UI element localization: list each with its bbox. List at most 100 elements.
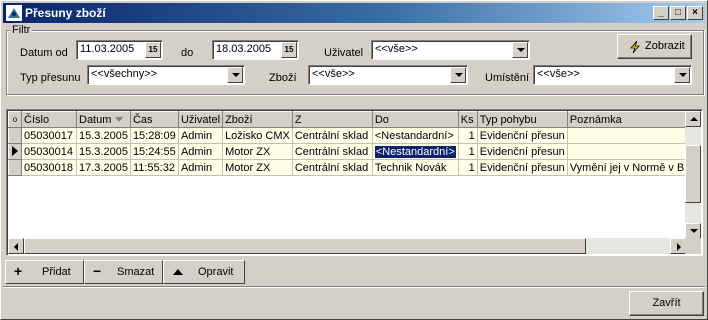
scroll-down-icon[interactable]	[685, 223, 701, 239]
cell-value: Evidenční přesun	[479, 145, 565, 158]
maximize-button[interactable]: □	[670, 6, 686, 20]
table-cell-user[interactable]: Admin	[178, 143, 224, 160]
data-grid[interactable]: o Číslo Datum Čas Uživatel Zboží Z Do Ks Typ poh…	[6, 109, 703, 256]
date-from-label: Datum od	[20, 47, 68, 59]
goods-select-value: <<vše>>	[312, 68, 355, 80]
table-cell-note[interactable]	[567, 127, 698, 144]
table-cell-date[interactable]: 17.3.2005	[76, 159, 131, 176]
column-header-time[interactable]: Čas	[129, 111, 179, 128]
horizontal-scroll-thumb[interactable]	[24, 238, 586, 254]
column-header-user[interactable]: Uživatel	[177, 111, 224, 128]
table-cell-date[interactable]: 15.3.2005	[76, 143, 131, 160]
column-header-from[interactable]: Z	[291, 111, 373, 128]
table-cell-note[interactable]	[567, 143, 698, 160]
cell-value: Centrální sklad	[294, 129, 369, 142]
table-cell-qty[interactable]: 1	[458, 143, 478, 160]
close-window-button[interactable]: ×	[687, 6, 703, 20]
title-bar[interactable]: Přesuny zboží _ □ ×	[3, 3, 705, 23]
add-button[interactable]: + Přidat	[5, 260, 84, 284]
lightning-icon	[630, 40, 640, 54]
table-cell-qty[interactable]: 1	[458, 159, 478, 176]
vertical-scrollbar[interactable]	[685, 111, 701, 239]
scroll-left-icon[interactable]	[8, 238, 24, 254]
table-cell-from[interactable]: Centrální sklad	[292, 159, 373, 176]
cell-value: 05030018	[24, 161, 73, 174]
cell-value: Admin	[180, 129, 213, 142]
location-select[interactable]: <<vše>>	[533, 65, 692, 85]
row-indicator[interactable]	[8, 159, 22, 176]
table-cell-user[interactable]: Admin	[178, 127, 224, 144]
cell-value: Admin	[180, 161, 213, 174]
date-to-calendar-icon[interactable]: 15	[281, 42, 297, 58]
column-header-qty[interactable]: Ks	[457, 111, 478, 128]
chevron-down-icon[interactable]	[674, 67, 690, 83]
close-button[interactable]: Zavřít	[629, 291, 704, 316]
table-cell-from[interactable]: Centrální sklad	[292, 127, 373, 144]
column-header-label: Typ pohybu	[479, 113, 537, 126]
current-row-icon	[12, 145, 18, 156]
edit-button[interactable]: Opravit	[163, 260, 245, 284]
table-cell-note[interactable]: Vymění jej v Normě v Bro	[567, 159, 698, 176]
show-button[interactable]: Zobrazit	[617, 34, 692, 59]
move-type-label: Typ přesunu	[20, 72, 81, 84]
chevron-down-icon[interactable]	[450, 67, 466, 83]
table-cell-move-type[interactable]: Evidenční přesun	[477, 127, 568, 144]
table-cell-number[interactable]: 05030018	[21, 159, 77, 176]
date-from-calendar-icon[interactable]: 15	[145, 42, 161, 58]
row-indicator[interactable]	[8, 143, 22, 160]
table-cell-from[interactable]: Centrální sklad	[292, 143, 373, 160]
column-header-goods[interactable]: Zboží	[222, 111, 293, 128]
delete-button[interactable]: − Smazat	[84, 260, 163, 284]
scroll-up-icon[interactable]	[685, 111, 701, 127]
cell-value: Motor ZX	[225, 145, 271, 158]
data-table: o Číslo Datum Čas Uživatel Zboží Z Do Ks Typ poh…	[8, 111, 698, 176]
column-header-to[interactable]: Do	[371, 111, 459, 128]
table-cell-move-type[interactable]: Evidenční přesun	[477, 159, 568, 176]
table-cell-goods[interactable]: Motor ZX	[222, 143, 293, 160]
table-cell-number[interactable]: 05030014	[21, 143, 77, 160]
table-cell-qty[interactable]: 1	[458, 127, 478, 144]
table-cell-time[interactable]: 11:55:32	[130, 159, 179, 176]
column-header-date[interactable]: Datum	[76, 111, 131, 128]
table-cell-time[interactable]: 15:28:09	[130, 127, 179, 144]
chevron-down-icon[interactable]	[512, 42, 528, 58]
window: Přesuny zboží _ □ × Filtr Datum od 11.03…	[0, 0, 708, 320]
date-to-field[interactable]: 18.03.2005 15	[212, 40, 299, 60]
chevron-down-icon[interactable]	[227, 67, 243, 83]
cell-value: 1	[468, 145, 475, 158]
table-cell-to[interactable]: <Nestandardní>	[372, 127, 459, 144]
user-select[interactable]: <<vše>>	[371, 40, 530, 60]
cell-value: 15:24:55	[132, 145, 176, 158]
table-cell-date[interactable]: 15.3.2005	[76, 127, 131, 144]
cell-value: Technik Novák	[374, 161, 447, 174]
horizontal-scrollbar[interactable]	[8, 238, 686, 254]
edit-button-label: Opravit	[198, 266, 234, 278]
vertical-scroll-thumb[interactable]	[685, 145, 701, 203]
row-indicator[interactable]	[8, 127, 22, 144]
table-cell-move-type[interactable]: Evidenční přesun	[477, 143, 568, 160]
table-cell-goods[interactable]: Motor ZX	[222, 159, 293, 176]
table-row[interactable]: 05030017 15.3.2005 15:28:09 Admin Ložisko CM…	[8, 127, 698, 144]
scroll-right-icon[interactable]	[670, 238, 686, 254]
column-header-label: Z	[294, 113, 302, 126]
column-header-label: Uživatel	[180, 113, 221, 126]
date-to-value: 18.03.2005	[216, 43, 272, 55]
table-cell-number[interactable]: 05030017	[21, 127, 77, 144]
table-cell-time[interactable]: 15:24:55	[130, 143, 179, 160]
column-header-note[interactable]: Poznámka	[566, 111, 698, 128]
column-header-move-type[interactable]: Typ pohybu	[476, 111, 568, 128]
table-row[interactable]: 05030018 17.3.2005 11:55:32 Admin Motor ZX Ce…	[8, 159, 698, 176]
table-cell-to[interactable]: <Nestandardní>	[372, 143, 459, 160]
cell-value: 17.3.2005	[79, 161, 128, 174]
cell-value: <Nestandardní>	[373, 144, 457, 159]
table-cell-to[interactable]: Technik Novák	[372, 159, 459, 176]
goods-select[interactable]: <<vše>>	[308, 65, 468, 85]
table-row[interactable]: 05030014 15.3.2005 15:24:55 Admin Motor ZX Ce…	[8, 143, 698, 160]
table-cell-user[interactable]: Admin	[178, 159, 224, 176]
date-from-field[interactable]: 11.03.2005 15	[76, 40, 163, 60]
move-type-select[interactable]: <<všechny>>	[87, 65, 245, 85]
table-cell-goods[interactable]: Ložisko CMX	[222, 127, 293, 144]
column-header-number[interactable]: Číslo	[21, 111, 77, 128]
column-header-label: Datum	[79, 113, 112, 126]
minimize-button[interactable]: _	[653, 6, 669, 20]
